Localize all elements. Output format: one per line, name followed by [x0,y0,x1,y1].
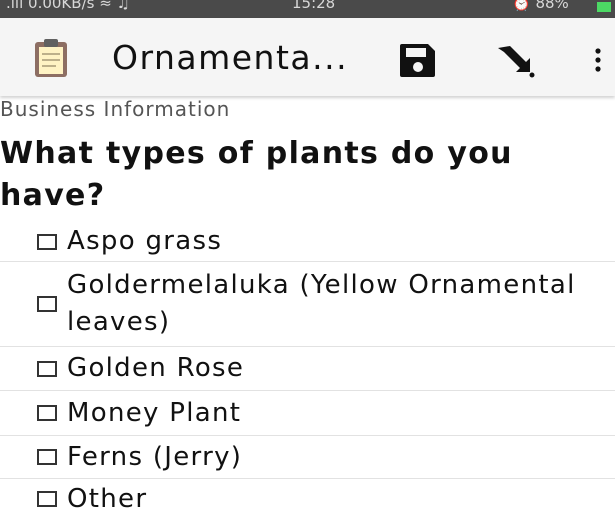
status-alarm-battery: ⏰ 88% [512,0,569,12]
option-label: Other [67,483,148,514]
status-time: 15:28 [292,0,336,12]
option-item[interactable]: Aspo grass [0,222,615,262]
option-label: Ferns (Jerry) [67,441,243,472]
clipboard-icon [34,38,68,78]
checkbox[interactable] [37,405,57,421]
question-text: What types of plants do you have? [0,136,513,213]
option-label: Goldermelaluka (Yellow Ornamental leaves… [67,270,576,337]
checkbox[interactable] [37,233,57,250]
battery-icon [597,2,611,12]
status-bar: .ııl 0.00KB/s ≈ ♫ 15:28 ⏰ 88% [0,0,615,18]
status-network-info: .ııl 0.00KB/s ≈ ♫ [6,0,130,12]
option-label: Golden Rose [67,353,245,383]
more-options-button[interactable] [590,42,606,78]
options-list: Aspo grass Goldermelaluka (Yellow Orname… [0,222,615,519]
option-item[interactable]: Goldermelaluka (Yellow Ornamental leaves… [0,262,615,347]
checkbox[interactable] [37,296,57,312]
checkbox[interactable] [37,449,57,465]
send-icon [498,46,535,78]
checkbox[interactable] [37,491,57,507]
option-item[interactable]: Other [0,479,615,519]
app-bar: Ornamenta... [0,18,615,96]
option-label: Aspo grass [67,226,223,256]
save-button[interactable] [398,42,438,78]
option-item[interactable]: Ferns (Jerry) [0,436,615,479]
checkbox[interactable] [37,360,57,377]
send-finalize-button[interactable] [496,42,538,78]
app-title: Ornamenta... [112,38,349,77]
save-icon [400,44,435,77]
option-item[interactable]: Golden Rose [0,347,615,391]
option-label: Money Plant [67,397,242,428]
more-vert-icon [595,48,601,72]
section-label: Business Information [0,97,231,121]
option-item[interactable]: Money Plant [0,391,615,436]
